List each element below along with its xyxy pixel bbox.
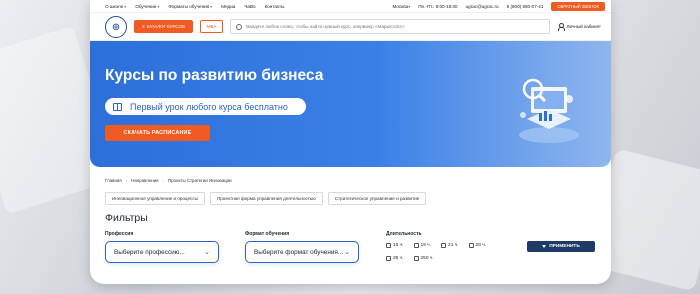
analytics-illustration: [519, 78, 579, 143]
tag-strategic-management[interactable]: Стратегическое управление и развитие: [327, 192, 427, 205]
menu-item-contacts[interactable]: Контакты: [265, 4, 285, 9]
duration-options-row-2: 35 ч. 250 ч.: [386, 256, 434, 261]
breadcrumb-separator: ›: [162, 178, 165, 183]
search-box: [230, 19, 551, 34]
chevron-down-icon: ▾: [408, 3, 411, 9]
callback-button[interactable]: ОБРАТНЫЙ ЗВОНОК: [551, 1, 605, 11]
breadcrumb-directions[interactable]: Направления: [131, 178, 158, 183]
tag-innovation[interactable]: Инновационное управление и процессы: [105, 192, 205, 205]
duration-checkbox[interactable]: 250 ч.: [413, 256, 434, 261]
filters-heading: Фильтры: [105, 212, 148, 224]
chevron-down-icon: ▾: [157, 3, 160, 9]
duration-checkbox[interactable]: 16 ч.: [386, 243, 404, 248]
menu-item-formats[interactable]: Форматы обучения ▾: [168, 4, 212, 9]
breadcrumb-current: Проекты Стратегии Инновации: [168, 178, 232, 183]
top-bar: О школе ▾ Обучение ▾ Форматы обучения ▾ Мед…: [90, 0, 611, 13]
duration-options-row-1: 16 ч. 19 ч. 21 ч. 28 ч.: [386, 243, 486, 248]
browser-page: О школе ▾ Обучение ▾ Форматы обучения ▾ Мед…: [90, 0, 611, 284]
chevron-down-icon: ⌄: [344, 249, 350, 256]
gift-icon: [113, 102, 122, 111]
chevron-down-icon: ⌄: [204, 249, 210, 256]
profession-select[interactable]: Выберите профессию... ⌄: [105, 241, 219, 263]
menu-item-education[interactable]: Обучение ▾: [135, 4, 159, 9]
search-icon: [236, 23, 243, 30]
profession-label: Профессия: [105, 231, 134, 237]
format-select[interactable]: Выберите формат обучения... ⌄: [245, 241, 359, 263]
top-bar-right: Москва▾ Пн.-Пт.: 8:00-18:00 ugrac@ugrac.…: [393, 1, 605, 11]
breadcrumb-separator: ›: [125, 178, 128, 183]
checkbox-icon: [413, 256, 419, 261]
duration-checkbox[interactable]: 35 ч.: [386, 256, 404, 261]
checkbox-icon: [386, 243, 391, 248]
menu-item-media[interactable]: Медиа: [221, 4, 235, 9]
free-lesson-pill[interactable]: Первый урок любого курса бесплатно: [105, 98, 306, 115]
duration-label: Длительность: [386, 231, 422, 237]
working-hours: Пн.-Пт.: 8:00-18:00: [418, 3, 458, 9]
tag-project-management[interactable]: Проектная форма управления деятельностью: [209, 192, 323, 205]
page-title: Курсы по развитию бизнеса: [105, 67, 324, 84]
user-icon: [557, 23, 565, 31]
format-label: Формат обучения: [245, 231, 290, 237]
email-link[interactable]: ugrac@ugrac.ru: [466, 4, 499, 9]
download-schedule-button[interactable]: СКАЧАТЬ РАСПИСАНИЕ: [105, 125, 210, 141]
chevron-down-icon: ▾: [124, 3, 127, 9]
phone-link[interactable]: 8 (800) 550-07-41: [507, 4, 544, 9]
duration-checkbox[interactable]: 28 ч.: [468, 243, 486, 248]
apply-filters-button[interactable]: ПРИМЕНИТЬ: [527, 241, 595, 252]
duration-checkbox[interactable]: 19 ч.: [413, 243, 431, 248]
menu-item-about[interactable]: О школе ▾: [105, 4, 126, 9]
top-menu: О школе ▾ Обучение ▾ Форматы обучения ▾ Мед…: [105, 4, 284, 9]
duration-checkbox[interactable]: 21 ч.: [441, 243, 459, 248]
header: ◎ ≡ КАТАЛОГ КУРСОВ MBA Личный кабинет: [90, 13, 611, 41]
breadcrumb-home[interactable]: Главная: [105, 178, 122, 183]
checkbox-icon: [413, 243, 419, 248]
breadcrumb: Главная › Направления › Проекты Стратеги…: [105, 178, 232, 183]
checkbox-icon: [468, 243, 474, 248]
checkbox-icon: [386, 256, 391, 261]
search-input[interactable]: [246, 24, 545, 29]
personal-account-link[interactable]: Личный кабинет: [557, 23, 601, 31]
hero-banner: Курсы по развитию бизнеса Первый урок лю…: [90, 41, 611, 167]
filter-icon: [542, 245, 547, 248]
school-logo[interactable]: ◎: [105, 15, 127, 38]
catalog-button[interactable]: ≡ КАТАЛОГ КУРСОВ: [134, 20, 193, 33]
menu-item-faq[interactable]: ЧаВо: [244, 4, 255, 9]
mba-button[interactable]: MBA: [199, 20, 224, 33]
chevron-down-icon: ▾: [210, 3, 213, 9]
city-selector[interactable]: Москва▾: [393, 4, 411, 9]
direction-tags: Инновационное управление и процессы Прое…: [105, 192, 427, 205]
menu-icon: ≡: [142, 24, 145, 29]
checkbox-icon: [441, 243, 447, 248]
